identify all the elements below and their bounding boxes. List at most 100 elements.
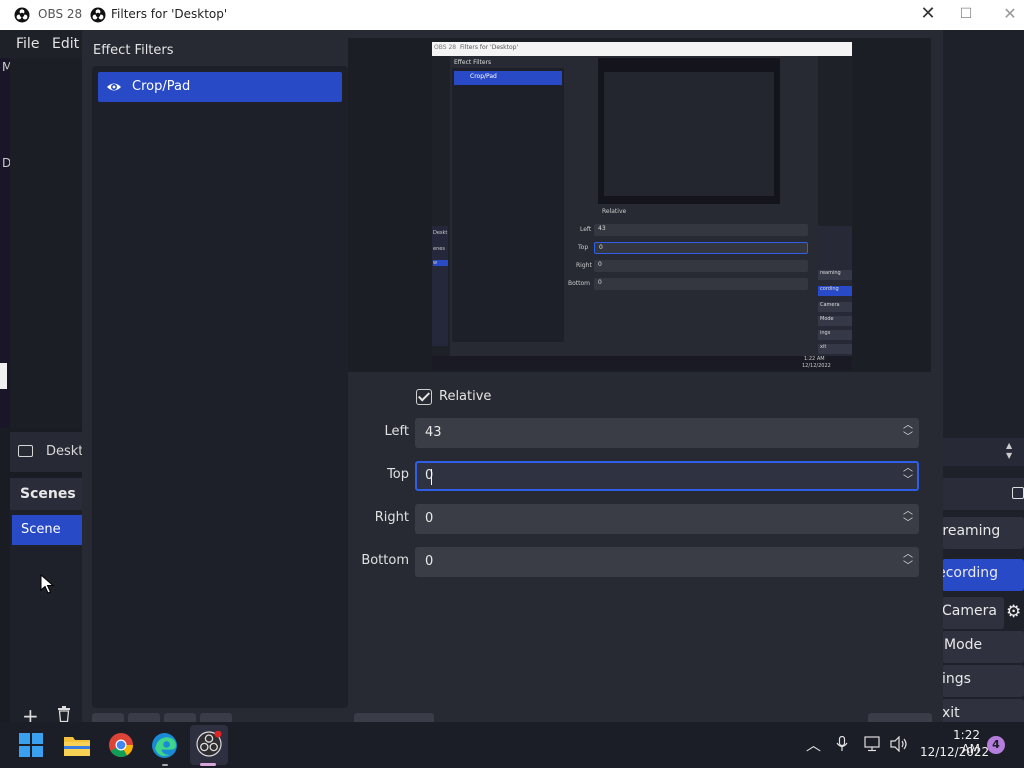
mini-right-item: xit	[818, 344, 852, 354]
virtual-camera-label: Camera	[942, 603, 997, 619]
scenes-panel: Scenes Scene +	[10, 478, 82, 728]
start-virtual-camera-button[interactable]: Camera	[942, 597, 1004, 629]
right-spinbox[interactable]: 0 ︿ ﹀	[415, 504, 919, 534]
right-label: Right	[374, 510, 409, 525]
mini-field-value: 0	[599, 244, 603, 251]
source-item[interactable]: Deskto	[10, 432, 91, 472]
mini-row-label: Top	[578, 244, 589, 251]
obs-studio-icon[interactable]	[196, 731, 222, 757]
left-value: 43	[425, 425, 442, 440]
notification-badge[interactable]: 4	[987, 736, 1005, 754]
chevron-up-icon[interactable]: ︿	[901, 420, 915, 432]
mini-field: 0	[594, 242, 808, 254]
clock-date[interactable]: 12/12/2022	[920, 745, 989, 759]
mini-obs-title: OBS 28	[434, 44, 457, 51]
maximize-button[interactable]: ☐	[956, 6, 976, 24]
file-explorer-icon[interactable]	[63, 733, 91, 757]
mini-right-item: cording	[818, 286, 852, 296]
mini-right-item: reaming	[818, 270, 852, 280]
chevron-up-icon[interactable]: ︿	[901, 549, 915, 561]
obs-logo-icon	[90, 7, 106, 23]
mini-row-label: Left	[580, 226, 592, 233]
defaults-button[interactable]	[354, 713, 434, 722]
mini-left-item: enes	[433, 246, 445, 252]
move-down-button[interactable]	[200, 713, 232, 722]
exit-label: xit	[942, 705, 960, 721]
mini-row-label: Bottom	[568, 280, 591, 287]
add-filter-button[interactable]	[92, 713, 124, 722]
close-icon[interactable]: ✕	[918, 3, 938, 25]
spin-arrows-icon: ▲ ▼	[1006, 441, 1013, 460]
volume-icon[interactable]	[890, 736, 908, 752]
bottom-label: Bottom	[361, 553, 409, 568]
start-streaming-button[interactable]: Streaming	[942, 517, 1024, 549]
mini-titlebar: OBS 28 Filters for 'Desktop'	[432, 42, 852, 56]
mini-filter-label: Crop/Pad	[470, 73, 497, 80]
bottom-spinbox[interactable]: 0 ︿ ﹀	[415, 547, 919, 577]
filter-preview: OBS 28 Filters for 'Desktop' Deskt enes …	[348, 38, 931, 372]
start-streaming-label: Streaming	[942, 523, 1001, 539]
controls-header	[942, 478, 1024, 510]
menu-file-label: File	[16, 36, 40, 52]
top-value[interactable]: 0	[425, 468, 433, 483]
chrome-icon[interactable]	[108, 732, 134, 758]
settings-button[interactable]: ings	[942, 665, 1024, 697]
start-recording-button[interactable]: Recording	[942, 559, 1024, 591]
microphone-icon[interactable]	[836, 736, 848, 752]
dialog-title: Filters for 'Desktop'	[111, 7, 228, 21]
top-spinbox[interactable]: 0 ︿ ﹀	[415, 461, 919, 491]
mini-right-item: Mode	[818, 316, 852, 326]
main-preview-strip: M D	[0, 58, 12, 428]
studio-mode-button[interactable]: Mode	[942, 631, 1024, 663]
relative-label: Relative	[439, 389, 492, 404]
mini-dialog-title: Filters for 'Desktop'	[460, 44, 519, 51]
mini-time: 1:22 AM	[804, 356, 825, 362]
mini-filter-list	[452, 68, 564, 342]
chevron-down-icon[interactable]: ﹀	[901, 518, 915, 530]
chevron-down-icon[interactable]: ﹀	[901, 475, 915, 487]
network-icon[interactable]	[864, 736, 882, 752]
taskbar: ︿ 1:22 AM 12/12/2022 4	[0, 722, 1024, 768]
filters-dialog: Filters for 'Desktop' ✕ Effect Filters C…	[82, 0, 943, 722]
mini-effect-title: Effect Filters	[454, 59, 492, 66]
active-indicator	[200, 763, 216, 766]
left-spinbox[interactable]: 43 ︿ ﹀	[415, 418, 919, 448]
filter-item-crop-pad[interactable]: Crop/Pad	[98, 72, 342, 102]
chevron-down-icon[interactable]: ﹀	[901, 561, 915, 573]
effect-filters-list: Crop/Pad	[92, 66, 348, 708]
gear-icon[interactable]: ⚙	[1006, 602, 1024, 624]
chevron-up-icon[interactable]: ︿	[901, 463, 915, 475]
chevron-down-icon[interactable]: ﹀	[901, 432, 915, 444]
text-caret	[431, 469, 432, 485]
start-recording-label: Recording	[942, 565, 999, 581]
remove-filter-button[interactable]	[128, 713, 160, 722]
relative-checkbox[interactable]	[416, 389, 432, 405]
menu-file[interactable]: File	[16, 36, 39, 52]
menu-edit[interactable]: Edit	[52, 36, 79, 52]
obs-main-title: OBS 28.1	[38, 7, 82, 21]
transition-duration-spinbox[interactable]: ▲ ▼	[942, 438, 1024, 466]
scene-item-label: Scene	[21, 522, 61, 537]
preview-white-block	[0, 363, 7, 389]
menu-edit-label: Edit	[52, 36, 80, 52]
mini-right-item: ings	[818, 330, 852, 340]
mini-field-value: 43	[598, 225, 606, 232]
eye-icon[interactable]	[106, 80, 122, 94]
mini-field-value: 0	[598, 261, 602, 268]
main-close-button[interactable]: ✕	[1000, 4, 1020, 24]
chevron-up-icon[interactable]: ︿	[806, 734, 821, 755]
studio-mode-label: Mode	[944, 637, 983, 653]
scene-item[interactable]: Scene	[12, 515, 82, 545]
close-button[interactable]	[868, 713, 932, 722]
move-up-button[interactable]	[164, 713, 196, 722]
main-dock-background	[10, 58, 82, 428]
chevron-up-icon[interactable]: ︿	[901, 506, 915, 518]
dock-float-icon[interactable]	[1012, 487, 1024, 499]
scenes-header: Scenes	[10, 478, 82, 510]
system-tray: ︿	[806, 735, 916, 757]
top-label: Top	[387, 467, 409, 482]
bottom-value: 0	[425, 554, 434, 569]
windows-start-icon[interactable]	[18, 732, 44, 758]
mini-taskbar: 1:22 AM 12/12/2022	[432, 356, 852, 370]
edge-icon[interactable]	[151, 732, 178, 759]
